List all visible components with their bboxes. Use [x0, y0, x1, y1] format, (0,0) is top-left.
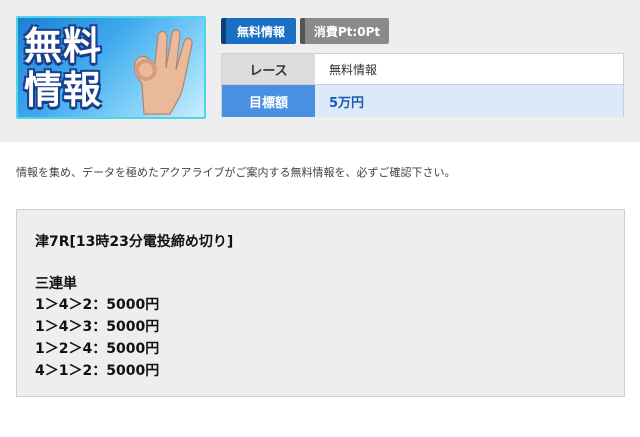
free-info-badge: 無料情報 — [221, 18, 296, 44]
target-row: 目標額 5万円 — [222, 85, 623, 117]
free-info-thumbnail: 無料 情報 — [16, 16, 206, 119]
race-value: 無料情報 — [315, 54, 623, 84]
points-badge: 消費Pt:0Pt — [300, 18, 389, 44]
bet-line: 1＞4＞2：5000円 — [35, 297, 160, 313]
ok-hand-icon — [133, 29, 193, 115]
bet-line: 1＞4＞3：5000円 — [35, 319, 160, 335]
target-label: 目標額 — [222, 85, 315, 117]
info-table: レース 無料情報 目標額 5万円 — [221, 53, 624, 117]
header: 無料 情報 無料情報 消費Pt:0Pt レース 無料情報 目標額 5万円 — [0, 0, 640, 142]
intro-text: 情報を集め、データを極めたアクアライブがご案内する無料情報を、必ずご確認下さい。 — [16, 166, 456, 179]
prediction-box: 津7R[13時23分電投締め切り] 三連単 1＞4＞2：5000円 1＞4＞3：… — [16, 209, 625, 397]
race-label: レース — [222, 54, 315, 84]
thumbnail-title-line2: 情報 — [24, 68, 103, 112]
thumbnail-title-line1: 無料 — [24, 24, 103, 68]
target-value: 5万円 — [315, 85, 623, 117]
race-row: レース 無料情報 — [222, 54, 623, 85]
bet-type: 三連単 — [35, 276, 77, 292]
bet-line: 4＞1＞2：5000円 — [35, 363, 160, 379]
race-time-line: 津7R[13時23分電投締め切り] — [35, 234, 234, 250]
bet-line: 1＞2＞4：5000円 — [35, 341, 160, 357]
